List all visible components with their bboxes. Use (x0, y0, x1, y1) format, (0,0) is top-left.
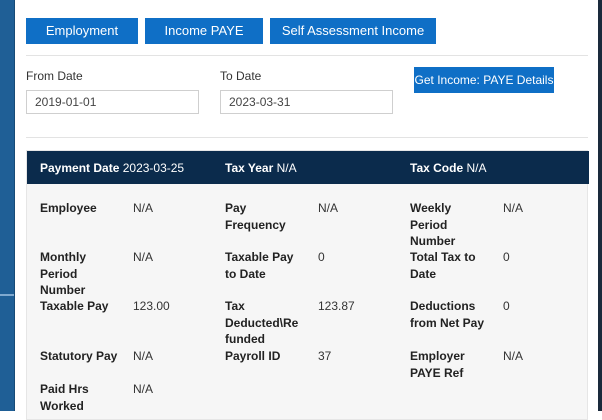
field-value: N/A (133, 250, 154, 264)
field-label: Pay Frequency (225, 201, 286, 232)
payment-date-label: Payment Date (40, 161, 120, 175)
divider (26, 137, 588, 138)
field-label: Employee (40, 201, 97, 215)
to-date-input[interactable]: 2023-03-31 (220, 90, 393, 114)
field-value: N/A (503, 201, 524, 215)
scrollbar[interactable] (598, 0, 602, 411)
from-date-label: From Date (26, 69, 83, 83)
field-label: Deductions from Net Pay (410, 299, 485, 330)
payment-date-value: 2023-03-25 (122, 161, 185, 175)
field-value: 0 (503, 250, 510, 264)
field-label: Payroll ID (225, 349, 281, 363)
paye-record-card: Payment Date 2023-03-25 Tax Year N/A Tax… (26, 150, 589, 420)
tab-income-paye-details[interactable]: Income PAYE details (145, 18, 263, 64)
field-label: Employer PAYE Ref (410, 349, 465, 380)
field-value: N/A (318, 201, 339, 215)
tax-code: Tax Code N/A (410, 161, 486, 175)
field-value: 123.00 (133, 299, 170, 313)
field-value: N/A (133, 382, 154, 396)
tax-year-value: N/A (276, 161, 297, 175)
from-date-input[interactable]: 2019-01-01 (26, 90, 199, 114)
field-label: Tax Deducted\Re funded (225, 299, 299, 346)
field-value: 0 (318, 250, 325, 264)
field-label: Monthly Period Number (40, 250, 86, 297)
sidebar-edge (0, 0, 15, 411)
field-value: N/A (133, 201, 154, 215)
tax-year-label: Tax Year (225, 161, 274, 175)
to-date-label: To Date (220, 69, 262, 83)
field-label: Taxable Pay to Date (225, 250, 294, 281)
field-value: N/A (503, 349, 524, 363)
tax-year: Tax Year N/A (225, 161, 297, 175)
field-value: N/A (133, 349, 154, 363)
field-label: Taxable Pay (40, 299, 109, 313)
field-label: Paid Hrs Worked (40, 382, 89, 413)
divider (26, 55, 588, 56)
tab-employment-details[interactable]: Employment details (26, 18, 138, 64)
sidebar-marker (0, 294, 14, 296)
record-header: Payment Date 2023-03-25 Tax Year N/A Tax… (27, 151, 589, 184)
payment-date: Payment Date 2023-03-25 (40, 161, 184, 175)
field-value: 0 (503, 299, 510, 313)
tax-code-label: Tax Code (410, 161, 464, 175)
tax-code-value: N/A (466, 161, 487, 175)
field-label: Total Tax to Date (410, 250, 476, 281)
field-value: 123.87 (318, 299, 355, 313)
tab-self-assessment-income-details[interactable]: Self Assessment Income details (270, 18, 436, 64)
field-value: 37 (318, 349, 332, 363)
get-income-paye-details-button[interactable]: Get Income: PAYE Details (414, 67, 554, 93)
field-label: Statutory Pay (40, 349, 118, 363)
field-label: Weekly Period Number (410, 201, 456, 248)
